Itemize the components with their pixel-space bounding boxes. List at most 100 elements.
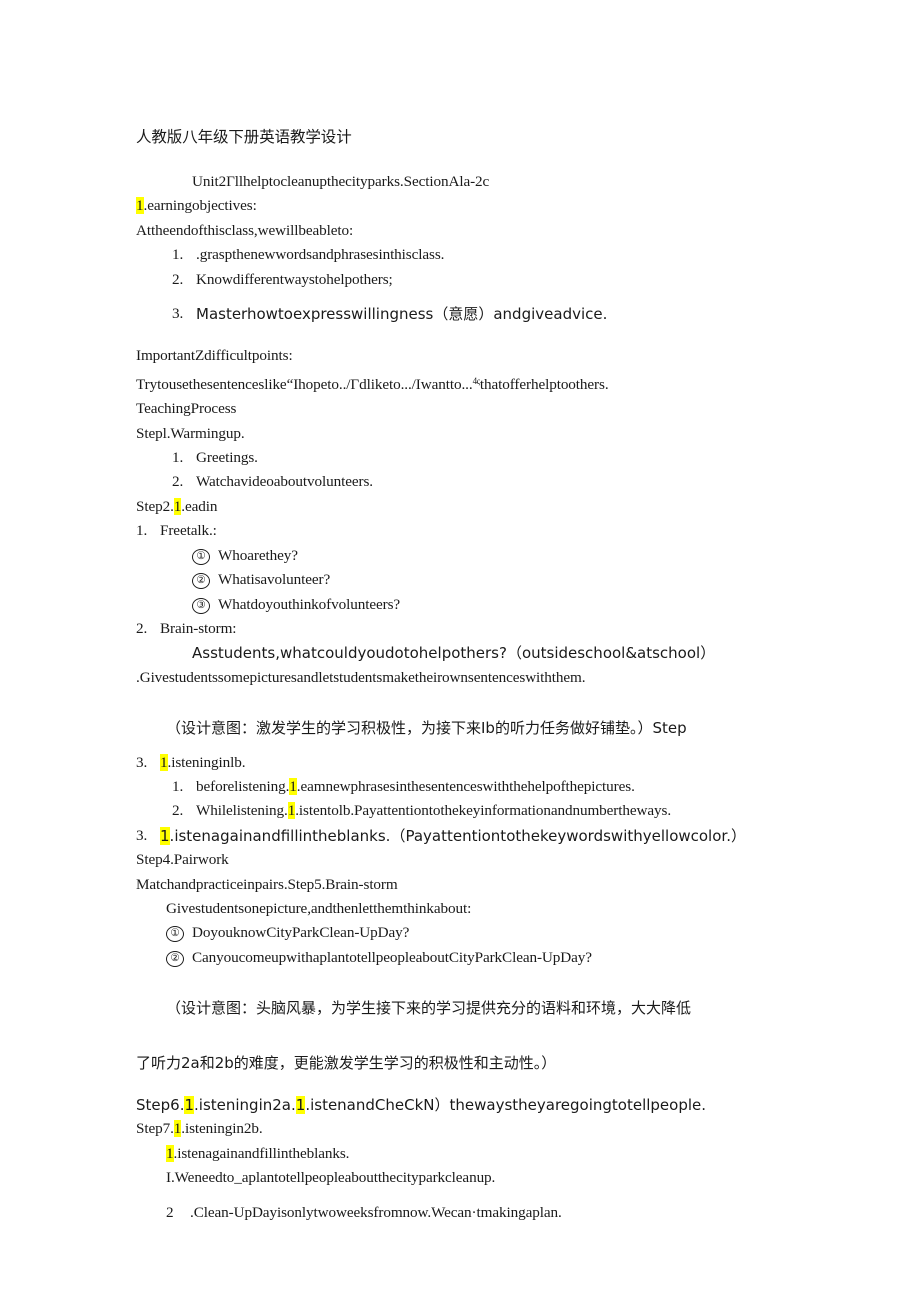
document-body: 人教版八年级下册英语教学设计 Unit2Γllhelptocleanupthec… — [136, 126, 796, 1225]
list-marker: 2 — [166, 1203, 174, 1221]
list-marker: I. — [166, 1169, 175, 1187]
list-item-text: Knowdifferentwaystohelpothers; — [196, 270, 393, 288]
list-marker: 1. — [136, 522, 148, 540]
important-points-body: Trytousethesentenceslike“Ihopeto../Γdlik… — [136, 369, 796, 397]
list-marker: 1. — [172, 246, 184, 264]
list-marker: 1. — [172, 777, 184, 795]
brain-storm-note: .Givestudentssomepicturesandletstudentsm… — [136, 668, 586, 686]
step3-final-item: 3. 1.istenagainandfillintheblanks.（Payat… — [136, 824, 796, 848]
list-item-text: Masterhowtoexpresswillingness（意愿）andgive… — [196, 305, 608, 324]
circled-number-icon: ③ — [192, 597, 210, 614]
step3-title-after: .isteninginlb. — [167, 753, 246, 771]
brain-storm-heading: 2. Brain-storm: — [136, 617, 796, 641]
learning-objectives-label-text: .earningobjectives: — [143, 197, 257, 215]
free-talk-question: ① Whoarethey? — [192, 544, 796, 568]
item-after: .eamnewphrasesinthesentenceswiththehelpo… — [296, 777, 635, 795]
step7-after: .isteningin2b. — [181, 1120, 263, 1138]
step7-subline: 1.istenagainandfillintheblanks. — [166, 1142, 796, 1166]
list-marker: 3. — [172, 305, 184, 323]
list-item-text: Freetalk.: — [160, 522, 217, 540]
important-points-heading: ImportantZdifficultpoints: — [136, 347, 293, 365]
highlight-run: 1 — [166, 1144, 174, 1162]
question-text: Whatisavolunteer? — [218, 571, 331, 589]
free-talk-heading: 1. Freetalk.: — [136, 519, 796, 543]
step7-subline-text: .istenagainandfillintheblanks. — [173, 1144, 350, 1162]
blank-item: I.Weneedto_aplantotellpeopleaboutthecity… — [166, 1166, 796, 1190]
step5-question: ② CanyoucomeupwithaplantotellpeopleaboutC… — [166, 946, 796, 970]
blank-item: 2 .Clean-UpDayisonlytwoweeksfromnow.Weca… — [166, 1201, 796, 1225]
document-heading: 人教版八年级下册英语教学设计 — [136, 128, 352, 146]
question-text: CanyoucomeupwithaplantotellpeopleaboutCi… — [192, 948, 592, 966]
step7-line: Step7.1.isteningin2b. — [136, 1117, 796, 1141]
circled-number-icon: ② — [166, 950, 184, 967]
important-points-body-before: Trytousethesentenceslike“Ihopeto../Γdlik… — [136, 375, 473, 393]
list-item-text: 1.istenagainandfillintheblanks.（Payatten… — [160, 824, 796, 848]
design-note-2-line2: 了听力2a和2b的难度，更能激发学生学习的积极性和主动性。） — [136, 1053, 557, 1072]
list-item-text: .Clean-UpDayisonlytwoweeksfromnow.Wecan·… — [190, 1203, 562, 1221]
free-talk-question: ③ Whatdoyouthinkofvolunteers? — [192, 593, 796, 617]
step1-item: 1. Greetings. — [172, 446, 796, 470]
objective-item: 2. Knowdifferentwaystohelpothers; — [172, 268, 796, 292]
list-marker: 1. — [172, 449, 184, 467]
list-marker: 3. — [136, 753, 148, 771]
step5-question: ① DoyouknowCityParkClean-UpDay? — [166, 921, 796, 945]
highlight-run: 1 — [160, 753, 168, 771]
question-text: DoyouknowCityParkClean-UpDay? — [192, 924, 410, 942]
list-item-text: .graspthenewwordsandphrasesinthisclass. — [196, 246, 445, 264]
highlight-run: 1 — [136, 197, 144, 215]
circled-number-icon: ① — [192, 548, 210, 565]
item-after: .istenagainandfillintheblanks.（Payattent… — [169, 826, 746, 845]
list-marker: 2. — [136, 619, 148, 637]
list-item-text: Brain-storm: — [160, 619, 237, 637]
step3-title-text: 1.isteninginlb. — [160, 751, 796, 775]
step6-line: Step6.1.isteningin2a.1.istenandCheCkN）th… — [136, 1093, 796, 1117]
step6-before: Step6. — [136, 1096, 185, 1114]
step4-title: Step4.Pairwork — [136, 851, 229, 869]
item-before: beforelistening. — [196, 777, 290, 795]
step3-item: 1. beforelistening.1.eamnewphrasesinthes… — [172, 775, 796, 799]
highlight-run: 1 — [289, 777, 297, 795]
step6-mid: .isteningin2a. — [194, 1096, 296, 1114]
learning-objectives-intro: Attheendofthisclass,wewillbeableto: — [136, 221, 354, 239]
circled-number-icon: ② — [192, 573, 210, 590]
teaching-process-heading: TeachingProcess — [136, 400, 237, 418]
step5-prompt: Givestudentsonepicture,andthenletthemthi… — [166, 899, 472, 917]
list-marker: 3. — [136, 826, 148, 844]
step2-title-after: .eadin — [181, 497, 218, 515]
free-talk-question: ② Whatisavolunteer? — [192, 568, 796, 592]
step3-item: 2. Whilelistening.1.istentolb.Payattenti… — [172, 799, 796, 823]
item-before: Whilelistening. — [196, 802, 288, 820]
list-item-text: Greetings. — [196, 449, 258, 467]
step2-title-before: Step2. — [136, 497, 174, 515]
design-note-2-line1: （设计意图：头脑风暴，为学生接下来的学习提供充分的语料和环境，大大降低 — [166, 999, 692, 1018]
superscript-artifact: 4ς — [472, 375, 481, 386]
document-page: 人教版八年级下册英语教学设计 Unit2Γllhelptocleanupthec… — [0, 0, 920, 1301]
list-marker: 2. — [172, 473, 184, 491]
item-after: .istentolb.Payattentiontothekeyinformati… — [295, 802, 672, 820]
objective-item: 1. .graspthenewwordsandphrasesinthisclas… — [172, 243, 796, 267]
step3-title: 3. 1.isteninginlb. — [136, 751, 796, 775]
step1-item: 2. Watchavideoaboutvolunteers. — [172, 470, 796, 494]
step2-title: Step2.1.eadin — [136, 495, 796, 519]
list-marker: 2. — [172, 802, 184, 820]
brain-storm-prompt: Asstudents,whatcouldyoudotohelpothers?（o… — [192, 644, 716, 663]
question-text: Whatdoyouthinkofvolunteers? — [218, 595, 401, 613]
learning-objectives-label: 1.earningobjectives: — [136, 194, 796, 218]
objective-item: 3. Masterhowtoexpresswillingness（意愿）andg… — [172, 302, 796, 326]
list-item-text: beforelistening.1.eamnewphrasesinthesent… — [196, 775, 796, 799]
list-item-text: Watchavideoaboutvolunteers. — [196, 473, 373, 491]
highlight-run: 1 — [160, 826, 170, 845]
circled-number-icon: ① — [166, 926, 184, 943]
list-item-text: Whilelistening.1.istentolb.Payattentiont… — [196, 799, 796, 823]
unit-title-line: Unit2Γllhelptocleanupthecityparks.Sectio… — [192, 173, 490, 190]
step4-body: Matchandpracticeinpairs.Step5.Brain-stor… — [136, 875, 398, 893]
list-item-text: Weneedto_aplantotellpeopleaboutthecitypa… — [174, 1169, 496, 1187]
step1-title: Stepl.Warmingup. — [136, 424, 245, 442]
highlight-run: 1 — [184, 1096, 195, 1114]
important-points-body-after: thatofferhelptoothers. — [479, 375, 609, 393]
step7-before: Step7. — [136, 1120, 174, 1138]
design-note-1: （设计意图：激发学生的学习积极性，为接下来Ib的听力任务做好铺垫。）Step — [166, 719, 687, 738]
highlight-run: 1 — [295, 1096, 306, 1114]
question-text: Whoarethey? — [218, 546, 298, 564]
list-marker: 2. — [172, 270, 184, 288]
